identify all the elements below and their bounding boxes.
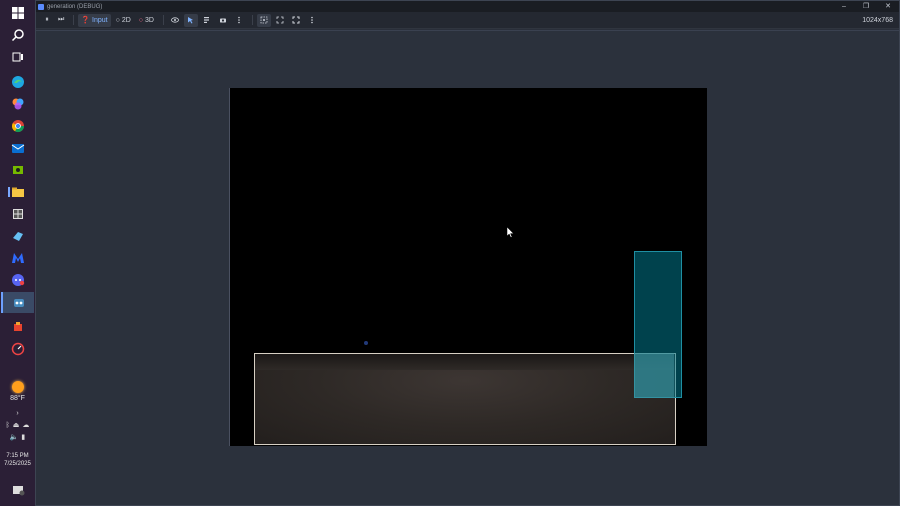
chevron-right-icon[interactable]: › <box>16 410 18 418</box>
weather-temperature: 88°F <box>10 395 25 402</box>
input-icon: ❓ <box>81 17 91 24</box>
volume-icon[interactable]: 🔈 <box>10 434 19 442</box>
tray-row-audio: 🔈 ▮ <box>10 434 26 442</box>
onedrive-icon[interactable]: ☁ <box>22 422 29 430</box>
network-icon[interactable]: ⏏ <box>13 422 20 430</box>
mail-icon[interactable] <box>8 138 28 158</box>
toolbar-separator <box>251 15 253 25</box>
list-select-button[interactable] <box>200 14 214 27</box>
system-tray: › ᛒ ⏏ ☁ 🔈 ▮ <box>6 408 30 444</box>
select-tool-button[interactable] <box>183 13 198 27</box>
camera-button[interactable] <box>216 14 230 27</box>
tray-row-overflow: › <box>16 410 18 418</box>
game-window: generation (DEBUG) – ❐ ✕ ⏸ ⏭ ❓ Input ○ 2… <box>35 0 900 506</box>
minimize-button[interactable]: – <box>833 1 855 12</box>
weather-widget[interactable]: 88°F <box>10 381 25 402</box>
expand-icon <box>292 16 300 24</box>
kebab-menu-icon <box>311 16 313 24</box>
window-titlebar[interactable]: generation (DEBUG) – ❐ ✕ <box>36 1 899 12</box>
input-mode-label: Input <box>92 16 108 24</box>
list-icon <box>203 17 209 23</box>
speedometer-icon[interactable] <box>8 339 28 359</box>
nvidia-icon[interactable] <box>8 160 28 180</box>
clock-date: 7/25/2025 <box>4 461 31 467</box>
pointer-icon <box>187 17 193 24</box>
malwarebytes-icon[interactable] <box>8 248 28 268</box>
target-icon <box>260 16 268 24</box>
taskbar-clock[interactable]: 7:15 PM 7/25/2025 <box>4 452 31 468</box>
visibility-toggle[interactable] <box>168 14 182 27</box>
input-mode-button[interactable]: ❓ Input <box>78 13 111 27</box>
camera-override-button[interactable] <box>256 13 271 27</box>
file-explorer-icon[interactable] <box>7 182 28 202</box>
steam-icon[interactable] <box>8 226 28 246</box>
notification-icon[interactable] <box>8 480 28 500</box>
frame-icon <box>276 16 284 24</box>
tray-row-status: ᛒ ⏏ ☁ <box>6 422 30 430</box>
close-button[interactable]: ✕ <box>877 1 899 12</box>
battery-icon[interactable]: ▮ <box>21 434 25 442</box>
window-controls: – ❐ ✕ <box>833 1 899 12</box>
2d-icon: ○ <box>115 16 120 24</box>
edge-icon[interactable] <box>8 72 28 92</box>
windows-start-icon[interactable] <box>8 3 28 23</box>
window-title: generation (DEBUG) <box>47 3 103 10</box>
fullscreen-button[interactable] <box>289 14 303 27</box>
more-options-button[interactable] <box>232 14 246 27</box>
store-icon[interactable] <box>8 204 28 224</box>
search-icon[interactable] <box>8 25 28 45</box>
kebab-menu-icon <box>238 16 240 24</box>
mode-2d-button[interactable]: ○ 2D <box>113 14 134 27</box>
mode-3d-label: 3D <box>145 16 154 24</box>
mode-2d-label: 2D <box>121 16 131 24</box>
camera-options-button[interactable] <box>305 14 319 27</box>
mouse-cursor-icon <box>507 227 515 238</box>
godot-icon[interactable] <box>1 292 34 313</box>
photos-icon[interactable] <box>8 94 28 114</box>
game-viewport[interactable] <box>36 30 899 505</box>
task-view-icon[interactable] <box>8 47 28 67</box>
discord-icon[interactable] <box>8 270 28 290</box>
chrome-icon[interactable] <box>8 116 28 136</box>
restore-button[interactable]: ❐ <box>855 1 877 12</box>
eye-icon <box>171 17 179 23</box>
camera-icon <box>219 18 226 23</box>
game-toolbar: ⏸ ⏭ ❓ Input ○ 2D ○ 3D 1024x768 <box>36 12 899 29</box>
game-canvas[interactable] <box>229 88 707 446</box>
pause-button[interactable]: ⏸ <box>41 14 53 27</box>
office-icon[interactable] <box>8 317 28 337</box>
running-indicator <box>7 187 10 197</box>
screen: 88°F › ᛒ ⏏ ☁ 🔈 ▮ 7:15 PM 7/25/2025 gener… <box>0 0 900 506</box>
toolbar-separator <box>162 15 164 25</box>
clock-time: 7:15 PM <box>6 453 29 459</box>
ground-shadow <box>255 354 675 370</box>
windows-taskbar: 88°F › ᛒ ⏏ ☁ 🔈 ▮ 7:15 PM 7/25/2025 <box>0 0 35 506</box>
sun-icon <box>11 381 24 393</box>
step-frame-button[interactable]: ⏭ <box>55 14 67 27</box>
ground-platform <box>254 353 676 445</box>
resolution-label: 1024x768 <box>862 16 893 24</box>
water-overlap <box>634 353 674 398</box>
player-sprite <box>364 341 368 345</box>
godot-app-icon <box>38 3 44 10</box>
toolbar-separator <box>73 15 75 25</box>
mode-3d-button[interactable]: ○ 3D <box>136 14 157 27</box>
3d-icon: ○ <box>138 16 144 24</box>
frame-button[interactable] <box>273 14 287 27</box>
bluetooth-icon[interactable]: ᛒ <box>6 422 10 430</box>
